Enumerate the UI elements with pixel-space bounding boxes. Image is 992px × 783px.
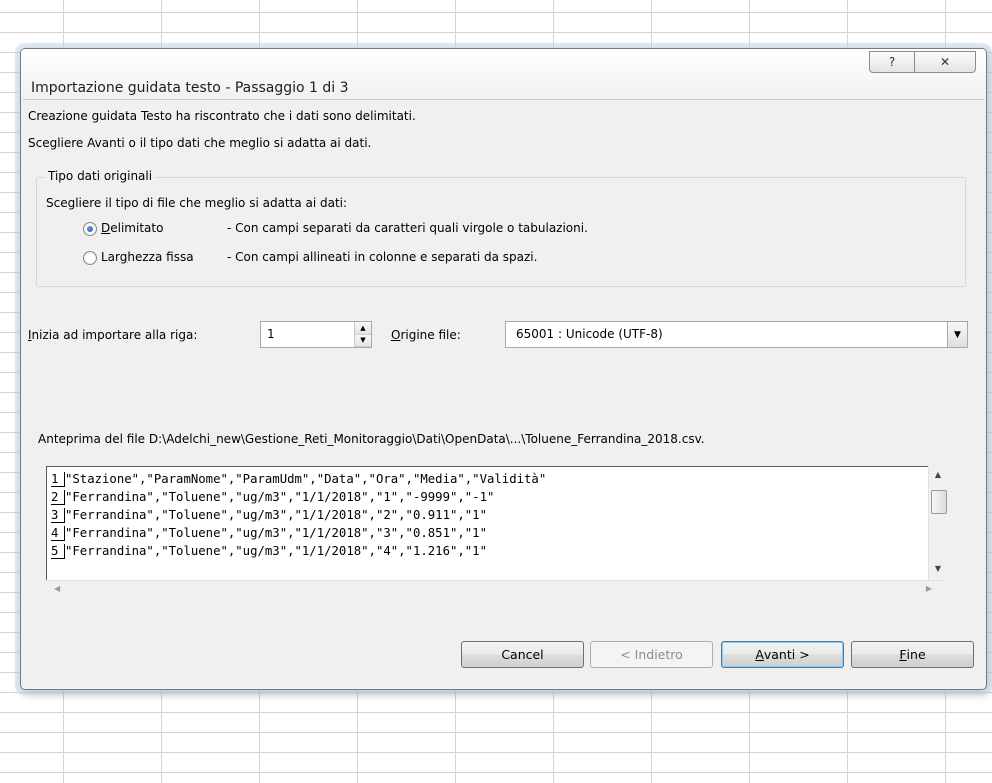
row-text: "Stazione","ParamNome","ParamUdm","Data"…	[65, 472, 547, 486]
radio-fixed-width-description: - Con campi allineati in colonne e separ…	[227, 250, 538, 264]
radio-unselected-icon	[83, 250, 97, 265]
window-buttons: ? ✕	[869, 51, 976, 73]
detection-message: Creazione guidata Testo ha riscontrato c…	[28, 109, 416, 123]
instruction-message: Scegliere Avanti o il tipo dati che megl…	[28, 136, 372, 150]
row-text: "Ferrandina","Toluene","ug/m3","1/1/2018…	[65, 508, 487, 522]
row-number: 1	[51, 472, 65, 487]
spinner-buttons: ▲ ▼	[354, 322, 371, 347]
preview-row: 4 "Ferrandina","Toluene","ug/m3","1/1/201…	[47, 524, 929, 542]
radio-fixed-width-label: Larghezza fissa	[101, 250, 194, 264]
preview-row: 1 "Stazione","ParamNome","ParamUdm","Data…	[47, 470, 929, 488]
scroll-right-icon[interactable]: ▶	[926, 584, 932, 593]
radio-fixed-width[interactable]: Larghezza fissa	[83, 250, 194, 265]
dialog-body: Creazione guidata Testo ha riscontrato c…	[23, 99, 984, 687]
row-text: "Ferrandina","Toluene","ug/m3","1/1/2018…	[65, 490, 495, 504]
row-number: 4	[51, 526, 65, 541]
scroll-up-icon[interactable]: ▲	[929, 470, 947, 479]
dialog-title: Importazione guidata testo - Passaggio 1…	[31, 80, 349, 96]
preview-row: 2 "Ferrandina","Toluene","ug/m3","1/1/201…	[47, 488, 929, 506]
file-preview[interactable]: 1 "Stazione","ParamNome","ParamUdm","Data…	[46, 466, 930, 582]
start-row-label: Inizia ad importare alla riga:	[28, 328, 198, 342]
chevron-down-icon[interactable]: ▼	[947, 322, 967, 347]
finish-button[interactable]: Fine	[851, 641, 974, 668]
spin-up-icon[interactable]: ▲	[355, 322, 371, 335]
preview-horizontal-scrollbar[interactable]: ◀ ▶	[46, 580, 946, 599]
radio-delimited[interactable]: Delimitato	[83, 221, 163, 236]
radio-delimited-description: - Con campi separati da caratteri quali …	[227, 221, 588, 235]
radio-selected-icon	[83, 221, 97, 236]
row-text: "Ferrandina","Toluene","ug/m3","1/1/2018…	[65, 544, 487, 558]
file-origin-select[interactable]: 65001 : Unicode (UTF-8) ▼	[505, 321, 968, 348]
preview-rows: 1 "Stazione","ParamNome","ParamUdm","Data…	[47, 467, 929, 560]
help-button[interactable]: ?	[869, 51, 915, 73]
preview-row: 5 "Ferrandina","Toluene","ug/m3","1/1/201…	[47, 542, 929, 560]
radio-delimited-label: Delimitato	[101, 221, 164, 235]
help-icon: ?	[888, 55, 896, 69]
row-number: 2	[51, 490, 65, 505]
scroll-left-icon[interactable]: ◀	[54, 584, 60, 593]
original-data-type-group: Tipo dati originali Scegliere il tipo di…	[36, 169, 966, 287]
cancel-button[interactable]: Cancel	[461, 641, 584, 668]
title-bar: Importazione guidata testo - Passaggio 1…	[21, 49, 986, 99]
back-button[interactable]: < Indietro	[590, 641, 713, 668]
file-origin-label: Origine file:	[391, 328, 461, 342]
row-number: 5	[51, 544, 65, 559]
preview-row: 3 "Ferrandina","Toluene","ug/m3","1/1/201…	[47, 506, 929, 524]
preview-vertical-scrollbar[interactable]: ▲ ▼	[928, 466, 947, 580]
close-button[interactable]: ✕	[915, 51, 976, 73]
next-button[interactable]: Avanti >	[721, 641, 844, 668]
group-legend: Tipo dati originali	[45, 169, 156, 183]
file-origin-value: 65001 : Unicode (UTF-8)	[516, 327, 663, 341]
start-row-value: 1	[267, 327, 275, 341]
preview-label: Anteprima del file D:\Adelchi_new\Gestio…	[38, 432, 705, 446]
start-row-spinner[interactable]: 1 ▲ ▼	[260, 321, 372, 348]
text-import-wizard-dialog: Importazione guidata testo - Passaggio 1…	[20, 48, 987, 690]
scroll-down-icon[interactable]: ▼	[929, 564, 947, 573]
row-number: 3	[51, 508, 65, 523]
close-icon: ✕	[939, 55, 951, 69]
row-text: "Ferrandina","Toluene","ug/m3","1/1/2018…	[65, 526, 487, 540]
file-type-prompt: Scegliere il tipo di file che meglio si …	[46, 196, 348, 210]
spin-down-icon[interactable]: ▼	[355, 334, 371, 347]
scroll-thumb[interactable]	[931, 490, 947, 514]
